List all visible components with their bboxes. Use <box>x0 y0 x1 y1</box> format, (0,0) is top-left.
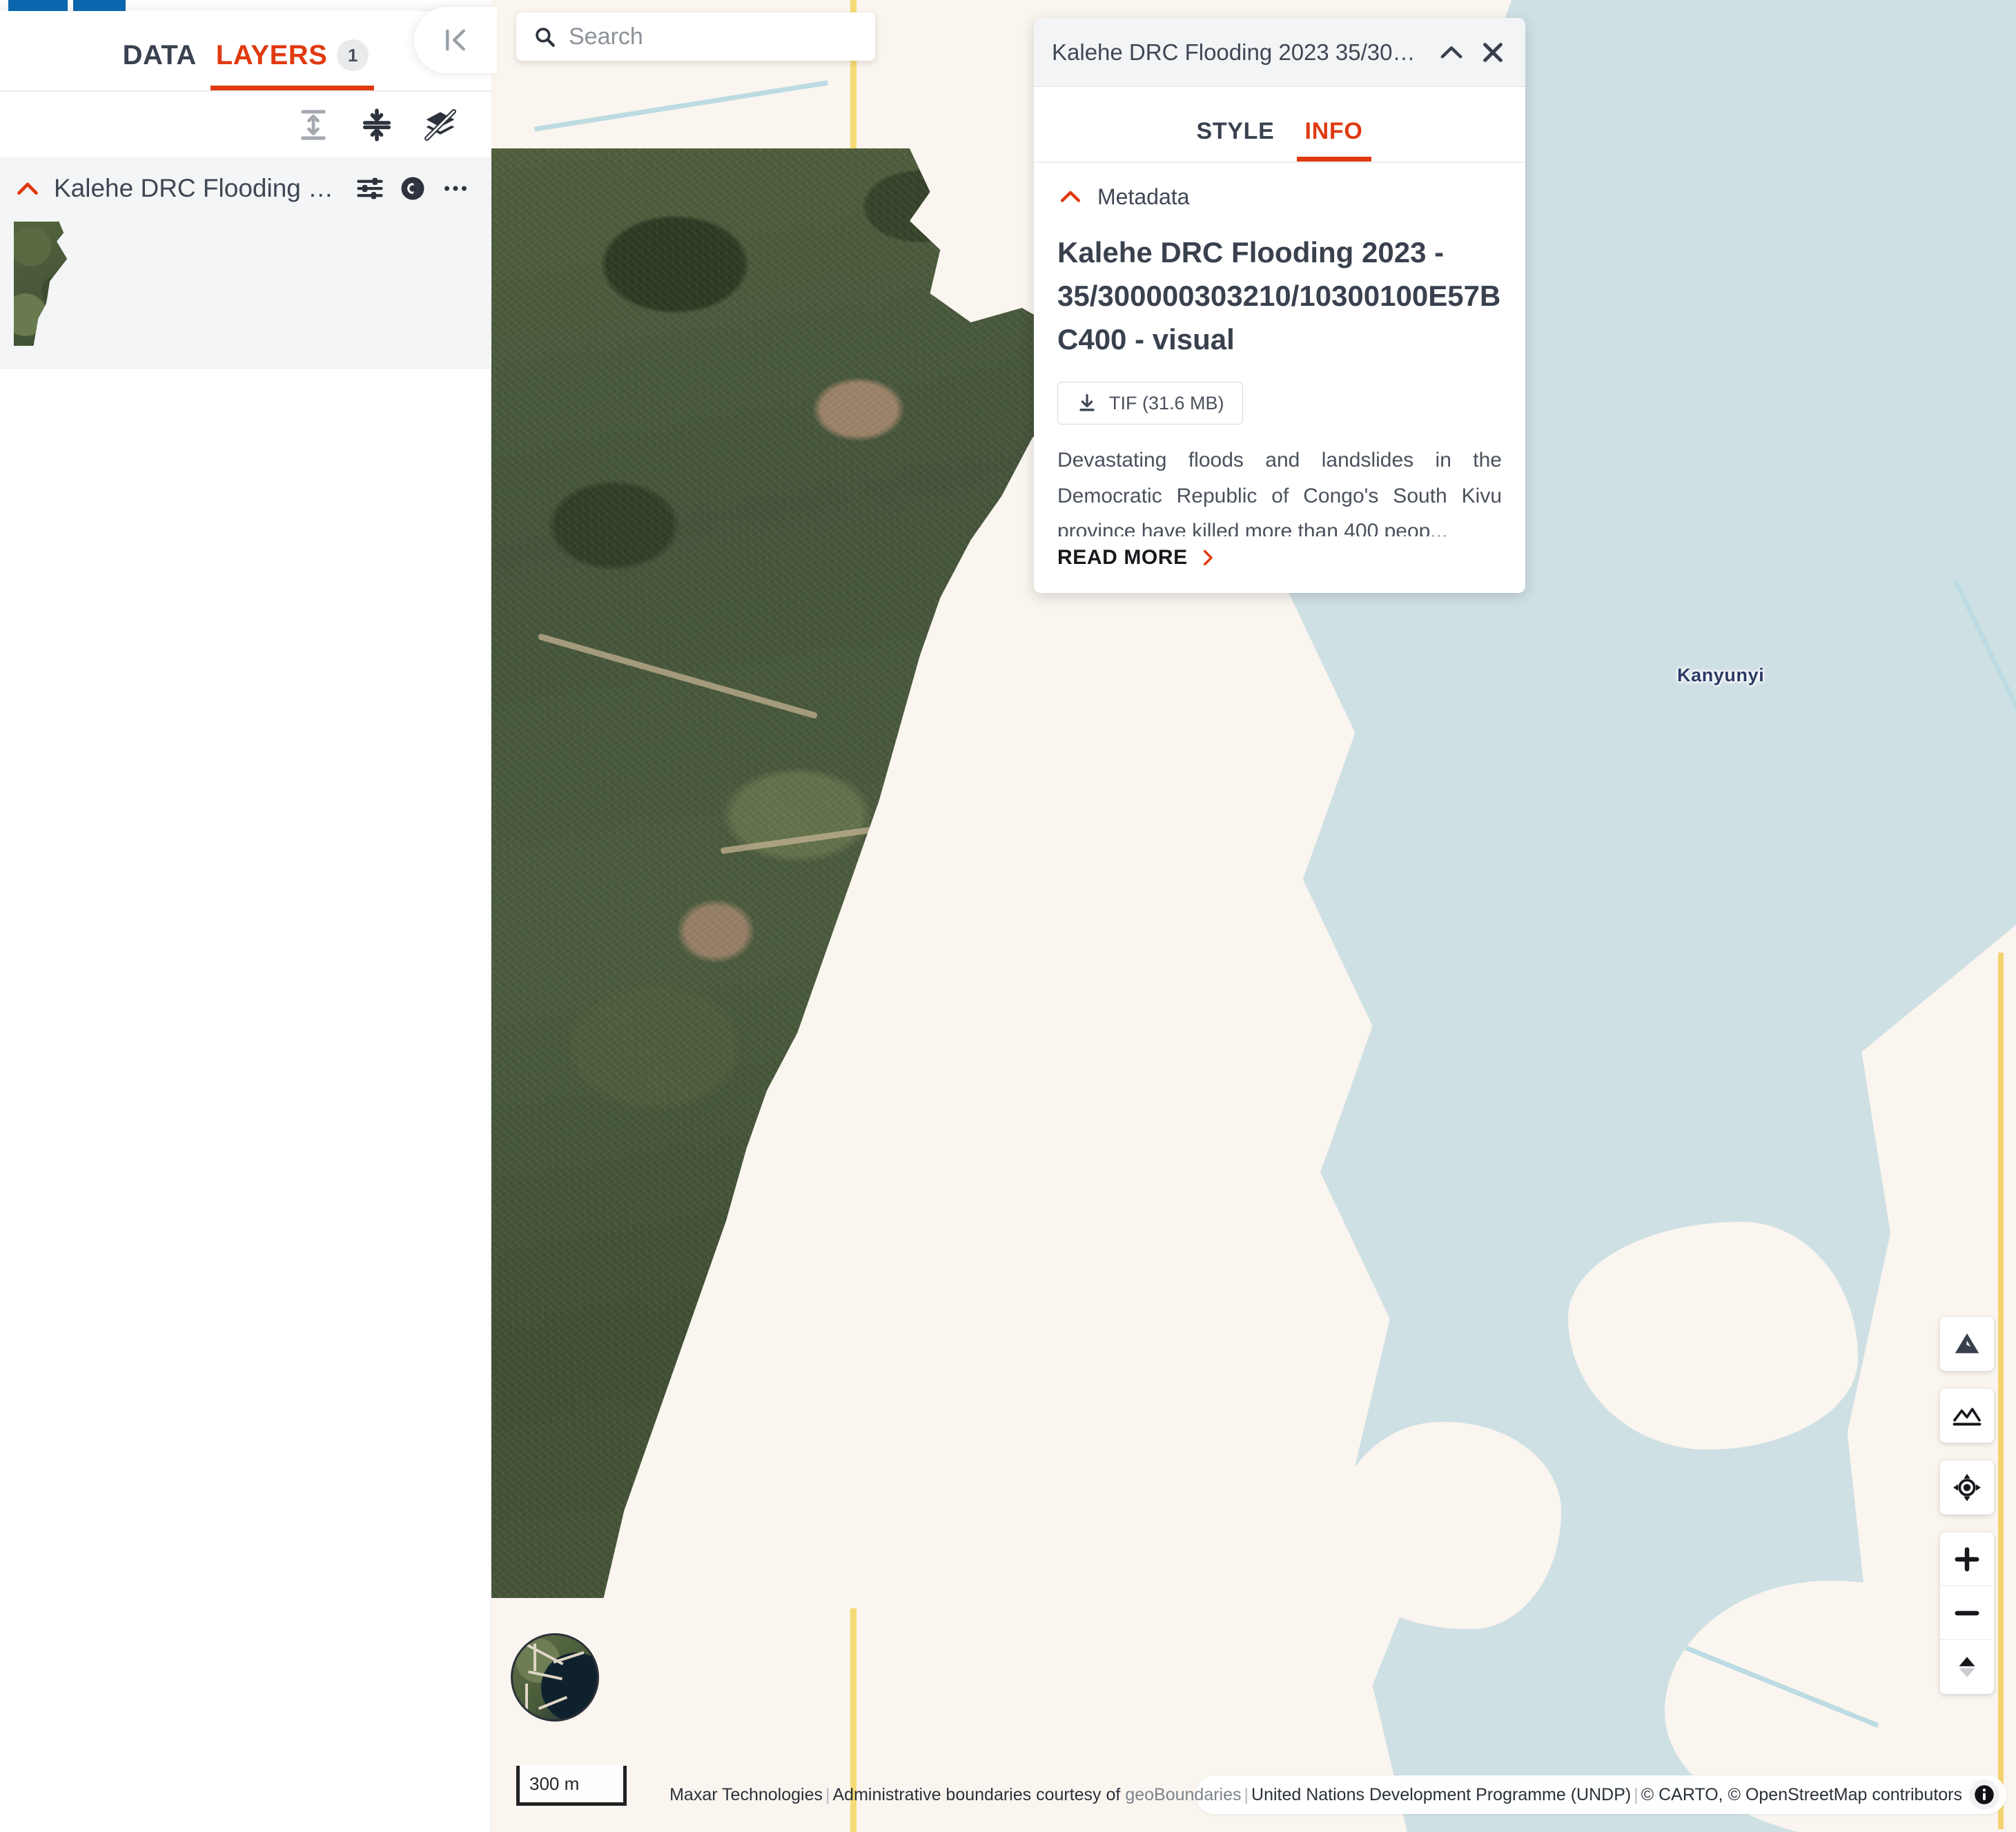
hide-all-layers-icon[interactable] <box>422 107 458 143</box>
scale-label: 300 m <box>529 1773 579 1795</box>
attribution-undp[interactable]: United Nations Development Programme (UN… <box>1251 1785 1631 1804</box>
metadata-section-label: Metadata <box>1097 184 1189 210</box>
tab-info[interactable]: INFO <box>1290 118 1378 162</box>
attribution-bar: Maxar Technologies|Administrative bounda… <box>1195 1775 2006 1814</box>
terrain-filled-icon <box>1951 1328 1983 1360</box>
download-tif-button[interactable]: TIF (31.6 MB) <box>1057 382 1243 425</box>
tilt-pitch-button[interactable] <box>1940 1640 1994 1694</box>
info-panel-header: Kalehe DRC Flooding 2023 35/30000... <box>1034 18 1525 87</box>
stream-line <box>534 80 828 131</box>
tab-layers-label: LAYERS <box>216 40 328 71</box>
left-sidebar: D P DATA LAYERS 1 <box>0 0 491 1832</box>
layer-thumbnail <box>14 222 72 346</box>
dirt-track <box>1039 1089 1116 1285</box>
tab-layers[interactable]: LAYERS 1 <box>206 39 379 90</box>
attribution-text: Maxar Technologies|Administrative bounda… <box>669 1785 1962 1805</box>
collapse-left-icon <box>440 25 471 55</box>
download-label: TIF (31.6 MB) <box>1109 393 1224 414</box>
expand-all-layers-icon[interactable] <box>295 107 331 143</box>
tilt-pitch-icon <box>1951 1651 1983 1683</box>
lake-island <box>1333 1422 1561 1629</box>
read-more-button[interactable]: READ MORE <box>1057 546 1218 569</box>
coast-road <box>1998 953 2004 1829</box>
search-icon <box>533 25 556 48</box>
info-icon <box>1974 1784 1995 1805</box>
map-controls <box>1940 1317 1994 1694</box>
layer-list-item[interactable]: Kalehe DRC Flooding 2023 3... <box>0 157 491 369</box>
dirt-track <box>952 880 1162 1024</box>
attribution-info-button[interactable] <box>1969 1780 1999 1810</box>
app-logo-square-1[interactable]: D <box>8 0 68 11</box>
zoom-controls <box>1940 1532 1994 1694</box>
locate-me-icon <box>1951 1472 1983 1503</box>
zoom-out-icon <box>1951 1597 1983 1629</box>
tab-layers-badge: 1 <box>337 39 369 71</box>
settings-sliders-icon[interactable] <box>355 173 385 204</box>
chevron-up-icon[interactable] <box>1437 38 1466 67</box>
layer-item-header: Kalehe DRC Flooding 2023 3... <box>14 173 471 204</box>
info-panel-tabs: STYLE INFO <box>1034 87 1525 163</box>
search-bar[interactable] <box>516 12 875 61</box>
terrain-outline-button[interactable] <box>1940 1389 1994 1443</box>
locate-me-button[interactable] <box>1940 1461 1994 1514</box>
basemap-switcher[interactable] <box>511 1633 599 1722</box>
visibility-eye-icon[interactable] <box>398 173 428 204</box>
app-logo-bar: D P <box>0 0 491 11</box>
zoom-out-button[interactable] <box>1940 1586 1994 1640</box>
attribution-carto-osm[interactable]: © CARTO, © OpenStreetMap contributors <box>1641 1785 1962 1804</box>
attribution-geoboundaries[interactable]: geoBoundaries <box>1125 1785 1241 1804</box>
tab-data[interactable]: DATA <box>113 40 206 90</box>
layer-toolbar <box>0 93 491 157</box>
asset-title: Kalehe DRC Flooding 2023 - 35/3000003032… <box>1057 231 1502 361</box>
terrain-filled-button[interactable] <box>1940 1317 1994 1371</box>
tab-data-label: DATA <box>123 40 197 71</box>
attribution-admin-prefix: Administrative boundaries courtesy of <box>832 1785 1125 1804</box>
close-icon[interactable] <box>1478 38 1507 67</box>
chevron-up-icon <box>1057 184 1084 210</box>
read-more-label: READ MORE <box>1057 546 1188 569</box>
attribution-maxar[interactable]: Maxar Technologies <box>669 1785 823 1804</box>
dirt-track <box>1257 670 1285 821</box>
search-input[interactable] <box>569 23 859 50</box>
more-options-icon[interactable] <box>440 173 471 204</box>
layer-item-label: Kalehe DRC Flooding 2023 3... <box>54 174 342 203</box>
zoom-in-icon <box>1951 1543 1983 1575</box>
layer-info-panel: Kalehe DRC Flooding 2023 35/30000... STY… <box>1034 18 1525 593</box>
download-icon <box>1076 392 1098 414</box>
scale-bar: 300 m <box>516 1766 627 1806</box>
info-panel-title: Kalehe DRC Flooding 2023 35/30000... <box>1052 39 1425 66</box>
app-logo-square-2[interactable]: P <box>73 0 126 11</box>
metadata-section-toggle[interactable]: Metadata <box>1057 184 1502 210</box>
zoom-in-button[interactable] <box>1940 1532 1994 1586</box>
chevron-right-icon <box>1197 547 1218 568</box>
chevron-up-icon[interactable] <box>14 175 41 202</box>
collapse-sidebar-button[interactable] <box>414 7 497 73</box>
collapse-all-layers-icon[interactable] <box>359 107 395 143</box>
app-root: Kanyunyi Lac Kivu <box>0 0 2016 1832</box>
info-panel-body: Metadata Kalehe DRC Flooding 2023 - 35/3… <box>1034 163 1525 593</box>
terrain-outline-icon <box>1951 1400 1983 1432</box>
tab-style[interactable]: STYLE <box>1181 118 1289 162</box>
asset-description: Devastating floods and landslides in the… <box>1057 442 1502 536</box>
